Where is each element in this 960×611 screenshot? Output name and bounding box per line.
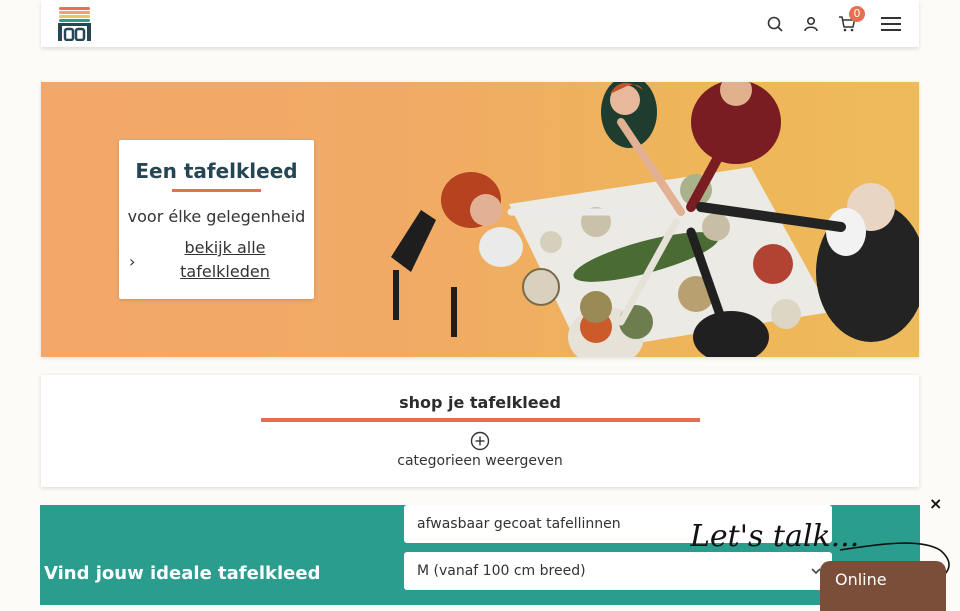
lets-talk-text: Let's talk... — [690, 519, 859, 554]
material-select-value: afwasbaar gecoat tafellinnen — [417, 516, 621, 532]
hero-title-underline — [172, 189, 261, 192]
shop-title: shop je tafelkleed — [399, 393, 561, 412]
show-categories-toggle[interactable]: categorieen weergeven — [41, 453, 919, 469]
plus-circle-icon[interactable] — [470, 431, 490, 451]
dinner-party-photo — [391, 82, 919, 357]
shop-categories-panel: shop je tafelkleed categorieen weergeven — [41, 375, 919, 487]
cart-count-badge: 0 — [849, 6, 865, 22]
site-header: 0 — [41, 0, 919, 47]
hero-title: Een tafelkleed — [135, 159, 298, 183]
shop-title-underline — [261, 418, 700, 422]
finder-title: Vind jouw ideale tafelkleed — [44, 563, 321, 584]
chevron-right-icon: › — [129, 252, 136, 271]
account-icon[interactable] — [802, 15, 820, 33]
size-select-value: M (vanaf 100 cm breed) — [417, 563, 586, 579]
view-all-tablecloths-link[interactable]: › bekijk alle tafelkleden — [119, 236, 314, 286]
view-all-link-label[interactable]: bekijk alle tafelkleden — [157, 236, 293, 284]
chat-online-button[interactable]: Online — [820, 561, 946, 611]
hero-banner: Een tafelkleed voor élke gelegenheid › b… — [41, 82, 919, 357]
hero-card: Een tafelkleed voor élke gelegenheid › b… — [119, 140, 314, 299]
hero-subtitle: voor élke gelegenheid — [127, 207, 306, 226]
search-icon[interactable] — [766, 15, 784, 33]
menu-icon[interactable] — [880, 15, 902, 33]
store-logo[interactable] — [57, 7, 92, 41]
